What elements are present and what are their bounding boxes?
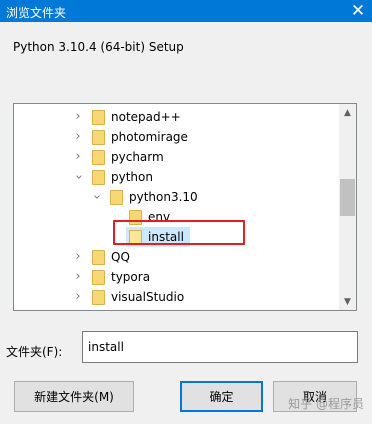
vertical-scrollbar[interactable]: ▲ ▼ [339,104,356,310]
ok-button[interactable]: 确定 [180,381,263,412]
tree-item-label: pycharm [111,150,164,164]
dialog-description: Python 3.10.4 (64-bit) Setup [13,40,184,54]
tree-item-typora[interactable]: › typora [14,267,340,287]
chevron-right-icon[interactable]: › [73,130,83,144]
folder-icon [92,150,105,165]
watermark: 知乎 @程序员 [288,397,364,411]
tree-item-label: QQ [111,250,130,264]
folder-field-label: 文件夹(F): [6,345,63,359]
tree-item-label: notepad++ [111,110,181,124]
tree-item-photomirage[interactable]: › photomirage [14,127,340,147]
new-folder-button[interactable]: 新建文件夹(M) [14,381,134,412]
tree-item-label: typora [111,270,151,284]
chevron-right-icon[interactable]: › [73,110,83,124]
folder-tree[interactable]: › notepad++ › photomirage › pycharm › py… [13,103,357,311]
tree-item-label: python [111,170,153,184]
tree-item-label: python3.10 [129,190,198,204]
scroll-down-icon[interactable]: ▼ [339,293,356,310]
folder-icon [92,110,105,125]
annotation-highlight-box [113,220,245,245]
chevron-right-icon[interactable]: › [73,290,83,304]
folder-icon [92,290,105,305]
folder-icon [92,250,105,265]
folder-name-input[interactable] [82,331,358,363]
tree-item-python310[interactable]: › python3.10 [14,187,340,207]
folder-icon [110,190,123,205]
tree-item-visualstudio[interactable]: › visualStudio [14,287,340,307]
tree-item-pycharm[interactable]: › pycharm [14,147,340,167]
tree-item-label: photomirage [111,130,188,144]
title-bar: 浏览文件夹 ✕ [0,0,372,22]
folder-icon [92,170,105,185]
chevron-down-icon[interactable]: › [89,192,104,202]
folder-icon [92,130,105,145]
tree-item-label: visualStudio [111,290,185,304]
chevron-right-icon[interactable]: › [73,270,83,284]
close-button[interactable]: ✕ [344,0,372,22]
chevron-right-icon[interactable]: › [73,250,83,264]
chevron-down-icon[interactable]: › [71,172,86,182]
tree-item-qq[interactable]: › QQ [14,247,340,267]
scrollbar-thumb[interactable] [340,179,355,216]
scroll-up-icon[interactable]: ▲ [339,104,356,121]
folder-icon [92,270,105,285]
tree-item-python[interactable]: › python [14,167,340,187]
window-title: 浏览文件夹 [6,6,67,20]
tree-item-notepadpp[interactable]: › notepad++ [14,107,340,127]
chevron-right-icon[interactable]: › [73,150,83,164]
